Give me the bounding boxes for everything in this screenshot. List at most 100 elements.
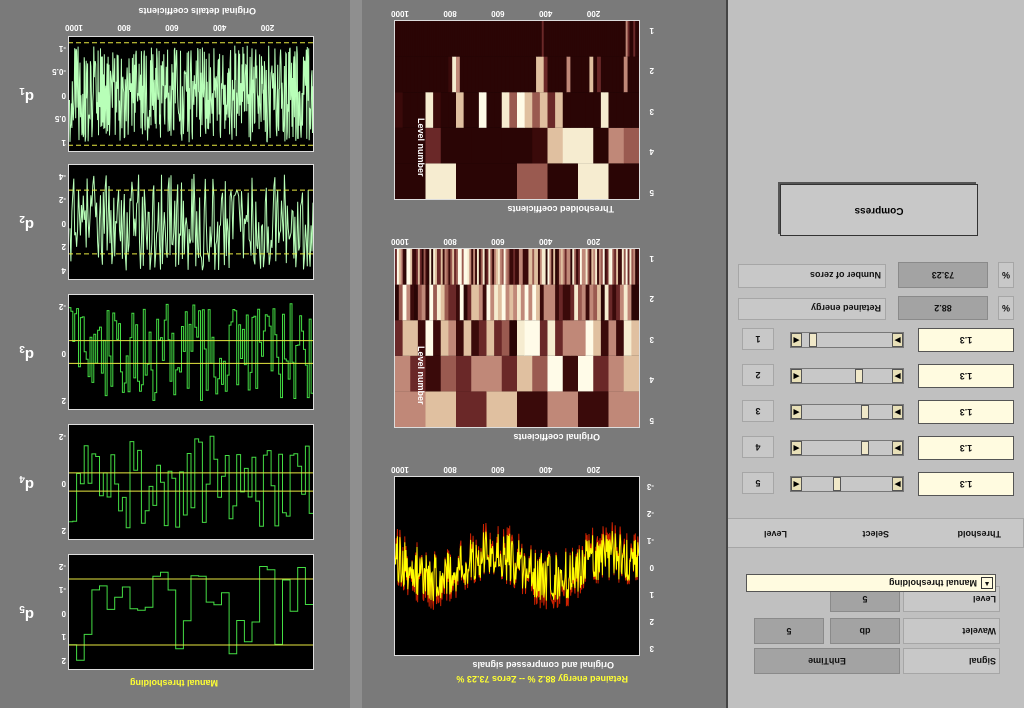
- detail-signal-line: [69, 303, 313, 401]
- coefficient-cell: [577, 92, 586, 128]
- coefficient-cell: [531, 92, 540, 128]
- y-tick-label: 1: [649, 26, 654, 35]
- coefficient-cell: [402, 320, 411, 356]
- threshold-slider[interactable]: ▶ ◀: [790, 440, 904, 456]
- coefficient-cell: [627, 284, 632, 321]
- dropdown-arrow-icon[interactable]: ▲: [981, 577, 993, 589]
- x-tick-label: 800: [443, 237, 457, 246]
- threshold-method-select[interactable]: Manual thresholding ▲: [746, 574, 996, 592]
- slider-right-arrow-icon[interactable]: ▶: [892, 441, 903, 455]
- threshold-value-field[interactable]: 1.3: [918, 400, 1014, 424]
- coefficient-cell: [432, 320, 441, 356]
- x-tick-label: 800: [443, 9, 457, 18]
- x-tick-label: 1000: [391, 237, 409, 246]
- threshold-value-field[interactable]: 1.3: [918, 472, 1014, 496]
- coefficient-cell: [501, 56, 506, 93]
- slider-right-arrow-icon[interactable]: ▶: [892, 405, 903, 419]
- coefficient-cell: [596, 284, 601, 321]
- coefficient-cell: [489, 56, 495, 93]
- slider-thumb[interactable]: [855, 369, 864, 383]
- slider-thumb[interactable]: [861, 441, 870, 455]
- slider-right-arrow-icon[interactable]: ▶: [892, 333, 903, 347]
- coefficient-cell: [395, 92, 403, 128]
- coefficient-cell: [516, 56, 521, 93]
- threshold-slider[interactable]: ▶ ◀: [790, 368, 904, 384]
- x-tick-label: 600: [491, 9, 505, 18]
- column-threshold-label: Threshold: [957, 529, 1001, 539]
- column-level-label: Level: [763, 529, 787, 539]
- wavelet-label: Wavelet: [903, 618, 1000, 644]
- coefficient-cell: [577, 391, 609, 427]
- coefficient-cell: [459, 284, 464, 321]
- slider-left-arrow-icon[interactable]: ◀: [791, 477, 802, 491]
- coefficient-cell: [573, 284, 578, 321]
- coefficient-cell: [585, 92, 594, 128]
- coefficient-cell: [539, 320, 548, 356]
- threshold-slider[interactable]: ▶ ◀: [790, 476, 904, 492]
- thresholded-coefs-plot: [395, 21, 639, 199]
- coefficient-cell: [608, 92, 617, 128]
- coefficient-cell: [486, 355, 502, 392]
- slider-left-arrow-icon[interactable]: ◀: [791, 405, 802, 419]
- signal-name-field[interactable]: EnhTime: [754, 648, 900, 674]
- coefficient-cell: [630, 92, 639, 128]
- coefficient-cell: [425, 320, 434, 356]
- slider-left-arrow-icon[interactable]: ◀: [791, 369, 802, 383]
- coefficient-cell: [478, 320, 487, 356]
- coefficient-cell: [569, 320, 578, 356]
- compress-button[interactable]: Compress: [780, 184, 978, 236]
- coefficient-cell: [463, 56, 468, 93]
- y-tick-label: 0: [61, 219, 66, 228]
- coefficient-cell: [455, 92, 464, 128]
- coefficient-cell: [470, 355, 487, 392]
- coefficient-cell: [562, 92, 571, 128]
- x-tick-label: 200: [586, 465, 601, 474]
- coefficient-cell: [444, 56, 449, 93]
- coefficient-cell: [623, 284, 628, 321]
- slider-right-arrow-icon[interactable]: ▶: [892, 477, 903, 491]
- coefficient-cell: [459, 56, 464, 93]
- coefficient-cell: [627, 56, 632, 93]
- detail-subscript: 5: [19, 603, 25, 614]
- coefficient-cell: [501, 320, 510, 356]
- threshold-value-field[interactable]: 1.3: [918, 364, 1014, 388]
- wavelet-family-select[interactable]: db: [830, 618, 900, 644]
- slider-thumb[interactable]: [808, 333, 817, 347]
- coefficient-cell: [463, 284, 468, 321]
- coefficient-cell: [547, 127, 563, 164]
- coefficient-cell: [516, 320, 525, 356]
- slider-thumb[interactable]: [833, 477, 842, 491]
- threshold-value-field[interactable]: 1.3: [918, 436, 1014, 460]
- detail-plot-d1: [69, 42, 313, 146]
- threshold-value-field[interactable]: 1.3: [918, 328, 1014, 352]
- coefficient-cell: [470, 320, 479, 356]
- y-tick-label: 1: [649, 254, 654, 263]
- coefficient-cell: [455, 284, 460, 321]
- coefficient-cell: [466, 284, 472, 321]
- threshold-slider[interactable]: ▶ ◀: [790, 332, 904, 348]
- coefficient-cell: [630, 56, 636, 93]
- coefficient-cell: [482, 56, 487, 93]
- detail-plot-d5: [69, 566, 313, 661]
- coefficient-cell: [577, 127, 594, 164]
- wavelet-order-select[interactable]: 5: [754, 618, 824, 644]
- slider-left-arrow-icon[interactable]: ◀: [791, 333, 802, 347]
- coefficient-cell: [436, 284, 441, 321]
- coefficient-cell: [451, 284, 456, 321]
- x-tick-label: 400: [539, 9, 553, 18]
- slider-left-arrow-icon[interactable]: ◀: [791, 441, 802, 455]
- slider-thumb[interactable]: [861, 405, 870, 419]
- y-tick-label: -2: [58, 432, 66, 441]
- coefficient-cell: [501, 355, 517, 392]
- details-footer: Manual thresholding: [129, 678, 218, 688]
- slider-right-arrow-icon[interactable]: ▶: [892, 369, 903, 383]
- zeros-label: Number of zeros: [738, 264, 886, 288]
- coefficient-cell: [478, 92, 487, 128]
- x-tick-label: 1000: [391, 9, 409, 18]
- coefficient-cell: [535, 284, 540, 321]
- coefficient-cell: [547, 391, 578, 427]
- coefficient-cell: [451, 56, 456, 93]
- threshold-slider[interactable]: ▶ ◀: [790, 404, 904, 420]
- thresholded-coefs-ylabel: Level number: [416, 118, 426, 177]
- coefficient-cell: [615, 320, 624, 356]
